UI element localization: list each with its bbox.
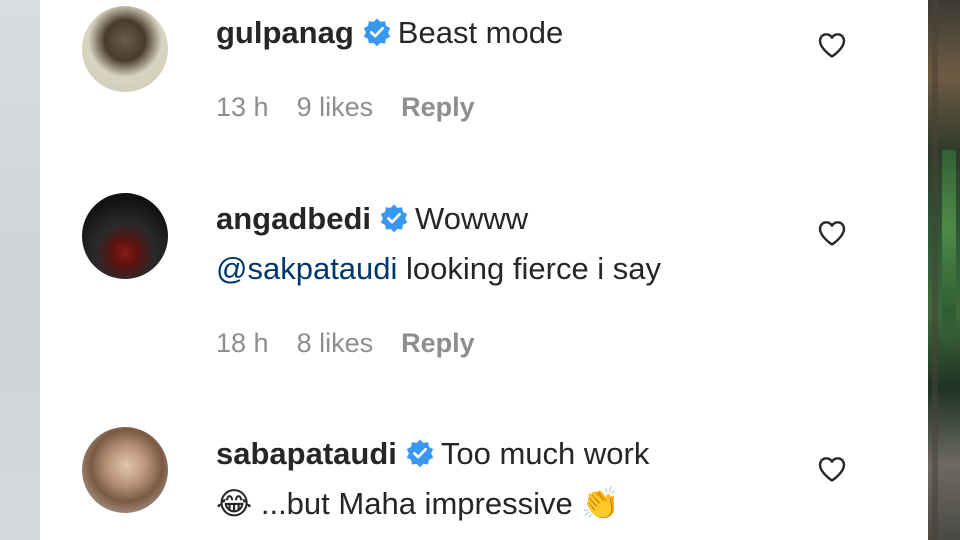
heart-outline-icon[interactable] [816, 29, 848, 61]
comment-time[interactable]: 18 h [216, 328, 269, 358]
comment-likes[interactable]: 9 likes [297, 92, 374, 122]
comment-time[interactable]: 13 h [216, 92, 269, 122]
comment-likes[interactable]: 8 likes [297, 328, 374, 358]
comment-text-continued: looking fierce i say [397, 251, 662, 286]
background-right-photo [928, 0, 960, 540]
comment-text: Wowww [415, 201, 529, 236]
comment-meta: 13 h 9 likes Reply [216, 92, 503, 123]
comment-body: angadbedi Wowww @sakpataudi looking fierce… [216, 194, 816, 294]
verified-badge-icon [380, 204, 408, 233]
avatar[interactable] [82, 427, 168, 513]
comment-text-continued: ...but Maha impressive [252, 486, 582, 521]
comment-username[interactable]: gulpanag [216, 15, 354, 50]
comment-body: sabapataudi Too much work 😂 ...but Maha im… [216, 429, 816, 529]
comment-meta: 18 h 8 likes Reply [216, 328, 503, 359]
comment-username[interactable]: sabapataudi [216, 436, 397, 471]
verified-badge-icon [406, 439, 434, 468]
comment-text: Too much work [440, 436, 650, 471]
heart-outline-icon[interactable] [816, 217, 848, 249]
reply-button[interactable]: Reply [401, 328, 475, 358]
comment-body: gulpanag Beast mode [216, 8, 816, 58]
reply-button[interactable]: Reply [401, 92, 475, 122]
comment-text: Beast mode [397, 15, 564, 50]
clapping-hands-emoji-icon: 👏 [581, 486, 620, 521]
background-left [0, 0, 40, 540]
verified-badge-icon [363, 18, 390, 47]
mention-link[interactable]: @sakpataudi [216, 251, 397, 286]
comment-username[interactable]: angadbedi [216, 201, 371, 236]
laughing-emoji-icon: 😂 [216, 486, 253, 521]
avatar[interactable] [82, 193, 168, 279]
avatar[interactable] [82, 6, 168, 92]
comments-panel: gulpanag Beast mode 13 h 9 likes Reply anga… [40, 0, 928, 540]
heart-outline-icon[interactable] [816, 453, 848, 485]
